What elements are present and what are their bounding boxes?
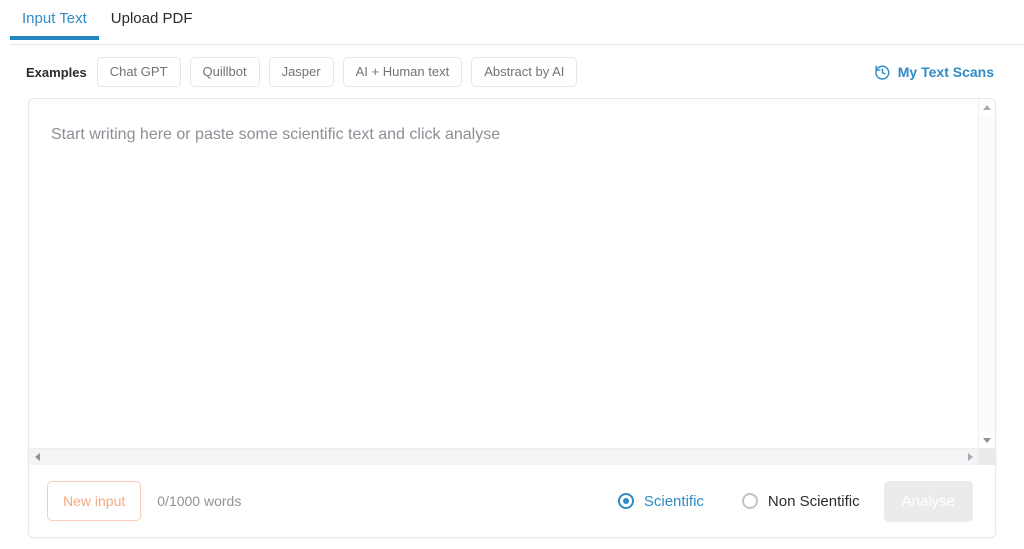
example-chip-quillbot[interactable]: Quillbot bbox=[189, 57, 260, 87]
radio-non-scientific-dot-icon bbox=[741, 493, 758, 509]
my-text-scans-label: My Text Scans bbox=[897, 64, 994, 80]
radio-scientific-label: Scientific bbox=[643, 492, 704, 510]
scroll-right-arrow-icon[interactable] bbox=[962, 449, 978, 465]
text-input[interactable]: Start writing here or paste some scienti… bbox=[29, 99, 978, 448]
tab-upload-pdf[interactable]: Upload PDF bbox=[99, 0, 205, 40]
editor-area: Start writing here or paste some scienti… bbox=[29, 99, 995, 448]
example-chip-ai-human-text[interactable]: AI + Human text bbox=[342, 57, 463, 87]
radio-scientific-dot-icon bbox=[617, 493, 634, 509]
horizontal-scrollbar[interactable] bbox=[29, 448, 995, 465]
analyse-button[interactable]: Analyse bbox=[883, 480, 973, 522]
scroll-up-arrow-icon[interactable] bbox=[979, 99, 995, 115]
vertical-scrollbar-track[interactable] bbox=[979, 115, 995, 432]
scrollbar-corner bbox=[978, 449, 995, 465]
example-chip-jasper[interactable]: Jasper bbox=[268, 57, 334, 87]
text-type-radio-group: Scientific Non Scientific bbox=[617, 492, 860, 510]
radio-non-scientific-label: Non Scientific bbox=[767, 492, 860, 510]
radio-scientific[interactable]: Scientific bbox=[617, 492, 704, 510]
examples-label: Examples bbox=[26, 64, 87, 80]
scroll-left-arrow-icon[interactable] bbox=[29, 449, 45, 465]
scroll-down-arrow-icon[interactable] bbox=[979, 432, 995, 448]
my-text-scans-link[interactable]: My Text Scans bbox=[874, 64, 1002, 81]
new-input-button[interactable]: New input bbox=[47, 481, 142, 521]
tab-bar: Input Text Upload PDF bbox=[0, 0, 1024, 45]
example-chip-abstract-by-ai[interactable]: Abstract by AI bbox=[471, 57, 578, 87]
tab-input-text[interactable]: Input Text bbox=[10, 0, 99, 40]
vertical-scrollbar[interactable] bbox=[978, 99, 995, 448]
radio-non-scientific[interactable]: Non Scientific bbox=[741, 492, 860, 510]
examples-row: Examples Chat GPT Quillbot Jasper AI + H… bbox=[0, 45, 1024, 98]
horizontal-scrollbar-track[interactable] bbox=[45, 449, 962, 465]
history-icon bbox=[874, 64, 891, 81]
word-count: 0/1000 words bbox=[157, 493, 242, 509]
example-chip-chat-gpt[interactable]: Chat GPT bbox=[96, 57, 181, 87]
input-card: Start writing here or paste some scienti… bbox=[28, 98, 996, 538]
card-footer: New input 0/1000 words Scientific Non Sc… bbox=[29, 465, 995, 537]
